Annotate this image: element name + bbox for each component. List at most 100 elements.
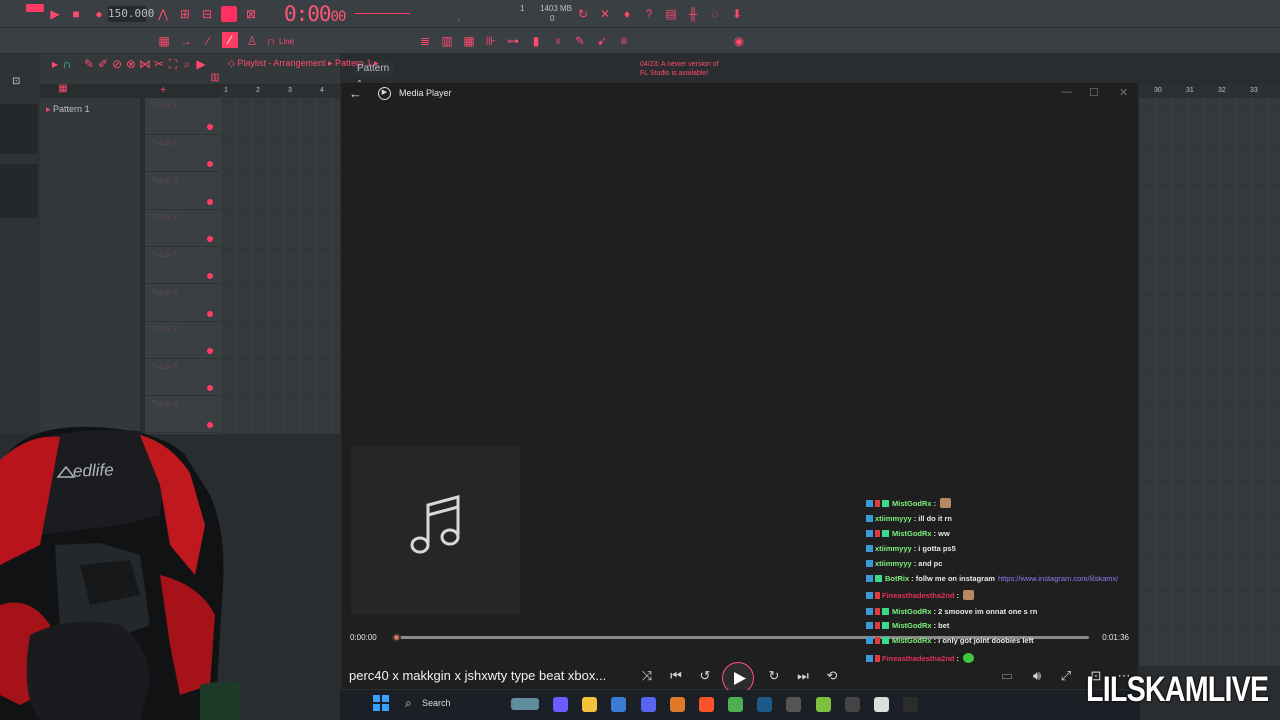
playlist-delete-icon[interactable]: ⊘: [110, 57, 124, 71]
discord-icon[interactable]: [641, 697, 656, 712]
app-icon[interactable]: [786, 697, 801, 712]
browser-icon[interactable]: ⊶: [506, 34, 520, 48]
volume-icon[interactable]: 🔊︎: [1028, 668, 1046, 684]
next-icon[interactable]: ⏭: [794, 668, 812, 684]
master-pitch-line[interactable]: [355, 13, 410, 14]
fl-logo-icon[interactable]: ◉: [732, 34, 746, 48]
rewind-10-icon[interactable]: ↺: [696, 668, 714, 684]
tools-icon[interactable]: ✎: [573, 34, 587, 48]
notes-icon[interactable]: ≡: [617, 34, 631, 48]
loop-record-icon[interactable]: ⊞: [178, 7, 192, 21]
playlist-slip-icon[interactable]: ⋈: [138, 57, 152, 71]
chat-icon[interactable]: ◌: [708, 7, 722, 21]
app-icon[interactable]: [816, 697, 831, 712]
steam-icon[interactable]: [757, 697, 772, 712]
chat-username[interactable]: MistGodRx: [892, 607, 932, 616]
minimize-icon[interactable]: —: [1061, 86, 1072, 98]
brave-icon[interactable]: [699, 697, 714, 712]
chat-username[interactable]: MistGodRx: [892, 499, 932, 508]
forward-30-icon[interactable]: ↻: [765, 668, 783, 684]
previous-icon[interactable]: ⏮: [667, 668, 685, 684]
volume-knob-icon[interactable]: ◦: [452, 13, 466, 27]
arrow-right-icon[interactable]: →: [179, 34, 193, 48]
pencil-icon[interactable]: ∕: [201, 34, 215, 48]
browser-folder-icon[interactable]: ⊡: [12, 76, 20, 87]
chat-link[interactable]: https://www.instagram.com/lilskamx/: [998, 574, 1118, 583]
chat-username[interactable]: xtiimmyyy: [875, 559, 912, 568]
playlist-piano-icon[interactable]: ▥: [208, 71, 222, 85]
miniplayer-icon[interactable]: ▭: [998, 668, 1016, 684]
chat-username[interactable]: xtiimmyyy: [875, 514, 912, 523]
track-mute-dot[interactable]: [207, 198, 213, 205]
store-icon[interactable]: [611, 697, 626, 712]
track-mute-dot[interactable]: [207, 347, 213, 354]
save-icon[interactable]: ▤: [664, 7, 678, 21]
fullscreen-icon[interactable]: ⤢: [1057, 668, 1075, 684]
plug-icon[interactable]: ♆: [551, 34, 565, 48]
repeat-off-icon[interactable]: ⟲: [823, 668, 841, 684]
draw-tool-icon[interactable]: ∕: [222, 32, 238, 48]
chat-username[interactable]: xtiimmyyy: [875, 544, 912, 553]
help-icon[interactable]: ?: [642, 7, 656, 21]
pattern-list-item[interactable]: ▸ Pattern 1: [46, 104, 90, 115]
stop-icon[interactable]: ■: [69, 7, 83, 21]
file-explorer-icon[interactable]: [582, 697, 597, 712]
playlist-pencil-icon[interactable]: ✎: [82, 57, 96, 71]
close-icon[interactable]: ✕: [1119, 86, 1128, 99]
tempo-display[interactable]: 150.000: [108, 6, 154, 22]
playlist-mute-icon[interactable]: ⊗: [124, 57, 138, 71]
track-header[interactable]: Track 8: [145, 359, 220, 397]
track-header[interactable]: Track 7: [145, 322, 220, 359]
seek-thumb[interactable]: [392, 633, 401, 642]
metronome-icon[interactable]: ⋀: [156, 7, 170, 21]
chat-username[interactable]: BotRix: [885, 574, 909, 583]
step-edit-icon[interactable]: ⊟: [200, 7, 214, 21]
media-player-taskbar-icon[interactable]: [903, 697, 918, 712]
track-header[interactable]: Track 6: [145, 285, 220, 322]
track-header[interactable]: Track 3: [145, 173, 220, 210]
playlist-brush-icon[interactable]: ✐: [96, 57, 110, 71]
timeline-ruler-left[interactable]: 1 2 3 4: [220, 86, 340, 98]
copilot-icon[interactable]: [553, 697, 568, 712]
timeline-ruler-right[interactable]: 30 31 32 33: [1140, 86, 1280, 98]
playlist-select-icon[interactable]: ⛶: [166, 57, 180, 71]
playlist-zoom-icon[interactable]: ⌕: [180, 57, 194, 71]
track-header[interactable]: Track 4: [145, 210, 220, 247]
touch-icon[interactable]: ➹: [595, 34, 609, 48]
shuffle-icon[interactable]: ⤨: [638, 668, 656, 684]
download-icon[interactable]: ⬇: [730, 7, 744, 21]
track-header[interactable]: Track 1: [145, 98, 220, 135]
maximize-icon[interactable]: ☐: [1089, 86, 1099, 99]
playlist-slice-icon[interactable]: ✂: [152, 57, 166, 71]
channel-rack-icon[interactable]: ▦: [462, 34, 476, 48]
taskbar-search[interactable]: ⌕: [399, 695, 544, 713]
playlist-add-icon[interactable]: +: [156, 84, 170, 98]
cut-icon[interactable]: ✕: [598, 7, 612, 21]
overdub-icon[interactable]: ⊠: [244, 7, 258, 21]
back-arrow-icon[interactable]: ←: [349, 86, 362, 101]
chat-username[interactable]: MistGodRx: [892, 621, 932, 630]
pattern-song-toggle[interactable]: [26, 4, 44, 12]
record-icon[interactable]: ●: [92, 7, 106, 21]
stamp-icon[interactable]: ♙: [245, 34, 259, 48]
refresh-icon[interactable]: ↻: [576, 7, 590, 21]
track-header[interactable]: Track 5: [145, 247, 220, 285]
magnet-icon[interactable]: ∩: [264, 34, 278, 48]
playlist-grid-icon[interactable]: ▦: [56, 82, 70, 96]
app-icon[interactable]: [845, 697, 860, 712]
piano-roll-icon[interactable]: ▥: [440, 34, 454, 48]
plugin-icon[interactable]: ▮: [529, 34, 543, 48]
mixer-icon[interactable]: ╫: [686, 7, 700, 21]
track-mute-dot[interactable]: [207, 385, 213, 392]
update-notice[interactable]: 04/23: A newer version of FL Studio is av…: [640, 60, 719, 78]
snap-magnet-icon[interactable]: ∩: [60, 57, 74, 71]
mixer-fader-icon[interactable]: ⊪: [484, 34, 498, 48]
chat-username[interactable]: MistGodRx: [892, 636, 932, 645]
track-header[interactable]: Track 2: [145, 135, 220, 173]
track-mute-dot[interactable]: [207, 235, 213, 242]
track-mute-dot[interactable]: [207, 161, 213, 168]
playlist-play-icon[interactable]: ▶: [194, 57, 208, 71]
play-icon[interactable]: ▶: [48, 7, 62, 21]
mixer-view-icon[interactable]: ▦: [157, 34, 171, 48]
track-mute-dot[interactable]: [207, 310, 213, 317]
